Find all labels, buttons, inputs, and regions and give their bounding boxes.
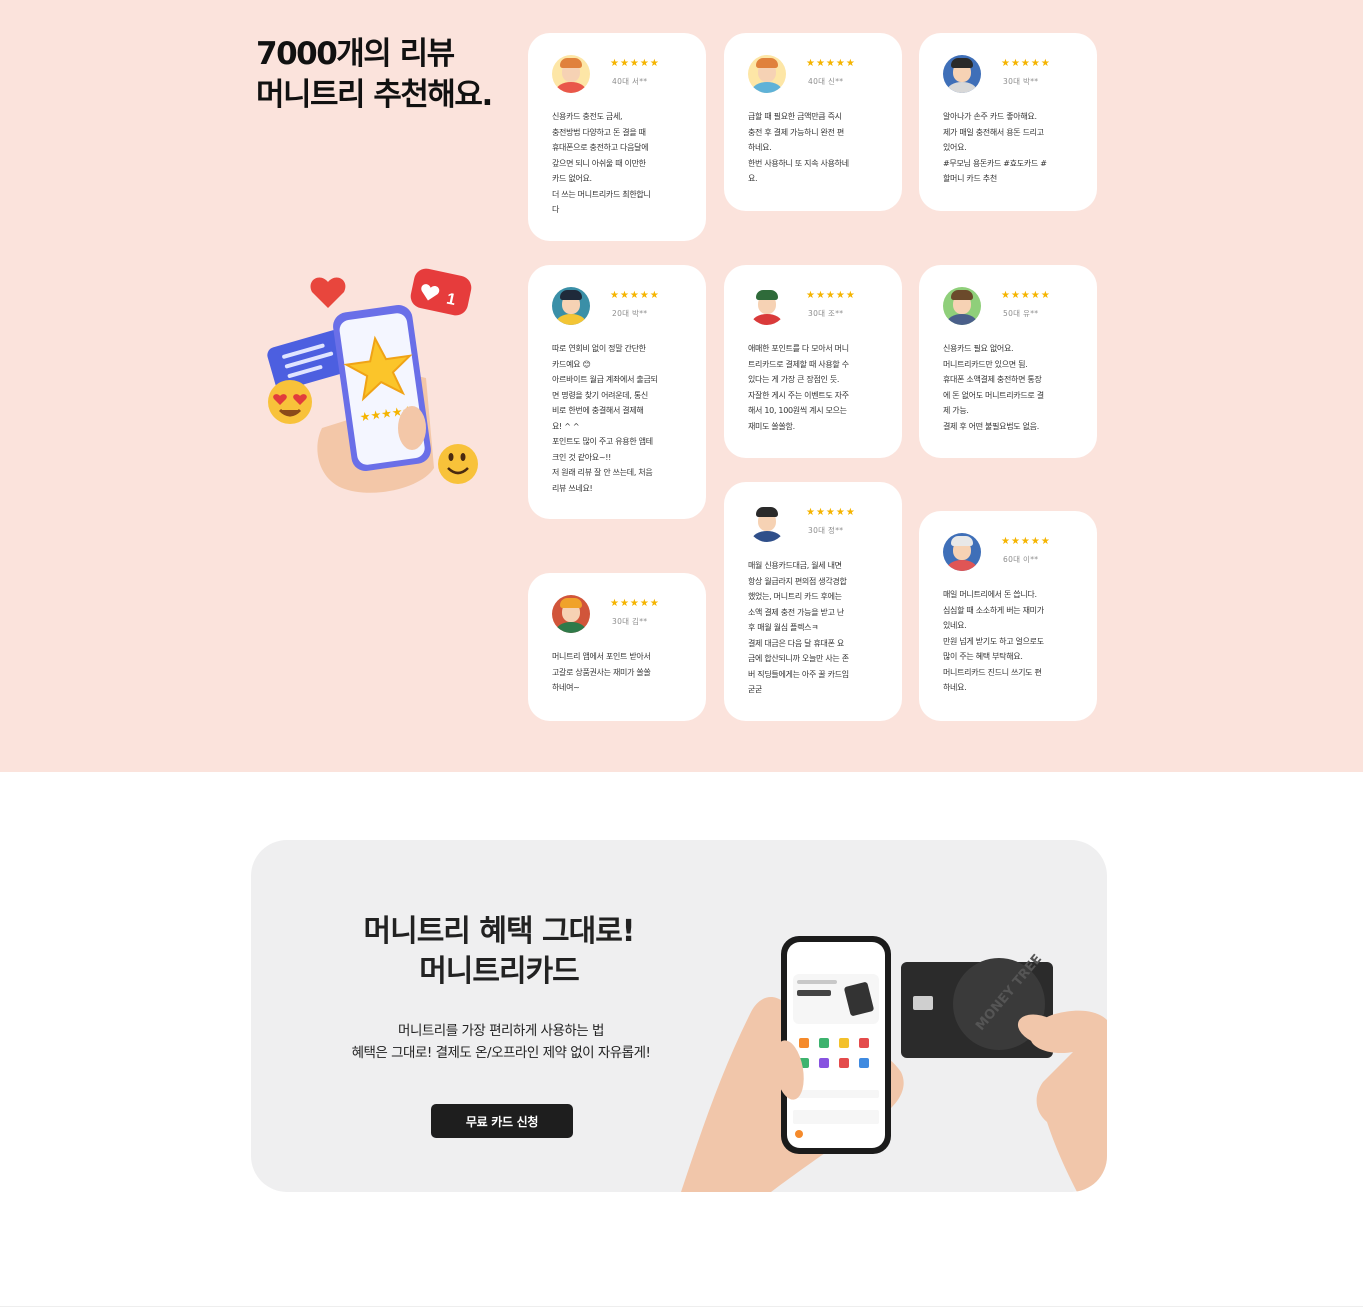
star-rating: ★★★★★: [610, 598, 660, 609]
review-text: 따로 연회비 없이 정말 간단한 카드예요 😊 아르바이트 월급 계좌에서 출금…: [552, 344, 658, 493]
review-card-header: ★★★★★ 20대 박**: [552, 287, 686, 327]
reviewer-name: 30대 정**: [808, 526, 844, 535]
free-card-apply-button[interactable]: 무료 카드 신청: [431, 1104, 573, 1138]
reviewer-avatar: [748, 287, 786, 325]
review-text: 애매한 포인트를 다 모아서 머니 트리카드로 결제할 때 사용할 수 있다는 …: [748, 344, 849, 431]
promo-title-line-1: 머니트리 혜택 그대로!: [363, 914, 636, 949]
review-card: ★★★★★ 40대 서** 신용카드 충전도 금세, 충전방법 다양하고 돈 결…: [528, 33, 706, 241]
reviewer-avatar: [943, 55, 981, 93]
promo-description-line-2: 혜택은 그대로! 결제도 온/오프라인 제약 없이 자유롭게!: [351, 1045, 651, 1061]
review-card: ★★★★★ 30대 조** 애매한 포인트를 다 모아서 머니 트리카드로 결제…: [724, 265, 902, 458]
review-text: 매월 신용카드대금, 월세 내면 항상 월급라지 편의점 생각경합 했었는, 머…: [748, 561, 849, 694]
reviewer-avatar: [552, 287, 590, 325]
reviewer-name: 60대 이**: [1003, 555, 1039, 564]
reviewer-name: 30대 김**: [612, 617, 648, 626]
reviewer-avatar: [943, 533, 981, 571]
headline-line-2: 머니트리 추천해요.: [256, 77, 493, 113]
review-card: ★★★★★ 30대 김** 머니트리 앱에서 포인트 받아서 고갈로 상품권사는…: [528, 573, 706, 721]
reviewer-name: 30대 조**: [808, 309, 844, 318]
review-card-header: ★★★★★ 30대 정**: [748, 504, 882, 544]
review-card-header: ★★★★★ 30대 조**: [748, 287, 882, 327]
star-rating: ★★★★★: [610, 58, 660, 69]
star-rating: ★★★★★: [806, 290, 856, 301]
promo-description-line-1: 머니트리를 가장 편리하게 사용하는 법: [398, 1023, 604, 1039]
review-card-header: ★★★★★ 50대 유**: [943, 287, 1077, 327]
money-tree-card-image: MONEY TREE: [901, 952, 1053, 1058]
review-card: ★★★★★ 30대 정** 매월 신용카드대금, 월세 내면 항상 월급라지 편…: [724, 482, 902, 721]
star-rating: ★★★★★: [806, 507, 856, 518]
star-rating: ★★★★★: [1001, 536, 1051, 547]
app-phone-image: [781, 936, 891, 1154]
review-text: 신용카드 필요 없어요. 머니트리카드만 있으면 됨. 휴대폰 소액결제 충전하…: [943, 344, 1044, 431]
review-text: 머니트리 앱에서 포인트 받아서 고갈로 상품권사는 재미가 쏠쏠 하네여~: [552, 652, 651, 692]
promo-title-line-2: 머니트리카드: [419, 954, 580, 989]
review-card-header: ★★★★★ 60대 이**: [943, 533, 1077, 573]
promo-title: 머니트리 혜택 그대로! 머니트리카드: [319, 912, 679, 992]
heart-eyes-emoji-icon: [268, 380, 312, 424]
star-rating: ★★★★★: [1001, 58, 1051, 69]
review-card-header: ★★★★★ 40대 서**: [552, 55, 686, 95]
reviewer-avatar: [552, 55, 590, 93]
review-illustration: 1 ★★★★★: [262, 268, 482, 498]
reviewer-avatar: [748, 504, 786, 542]
card-promo-section: 머니트리 혜택 그대로! 머니트리카드 머니트리를 가장 편리하게 사용하는 법…: [251, 840, 1107, 1192]
promo-description: 머니트리를 가장 편리하게 사용하는 법 혜택은 그대로! 결제도 온/오프라인…: [291, 1020, 711, 1064]
headline-line-1: 7000개의 리뷰: [256, 36, 455, 72]
like-bubble-icon: 1: [410, 268, 472, 316]
smile-emoji-icon: [438, 444, 478, 484]
review-text: 매일 머니트리에서 돈 씁니다. 심심할 때 소소하게 버는 재미가 있네요. …: [943, 590, 1044, 692]
review-text: 신용카드 충전도 금세, 충전방법 다양하고 돈 결을 때 휴대폰으로 충전하고…: [552, 112, 651, 214]
star-rating: ★★★★★: [1001, 290, 1051, 301]
star-rating: ★★★★★: [806, 58, 856, 69]
review-text: 급할 때 필요한 금액만큼 즉시 충전 후 결제 가능하니 완전 편 하네요. …: [748, 112, 849, 183]
review-card-header: ★★★★★ 30대 김**: [552, 595, 686, 635]
review-card-header: ★★★★★ 40대 신**: [748, 55, 882, 95]
review-card-header: ★★★★★ 30대 박**: [943, 55, 1077, 95]
star-rating: ★★★★★: [610, 290, 660, 301]
reviewer-name: 20대 박**: [612, 309, 648, 318]
review-card: ★★★★★ 20대 박** 따로 연회비 없이 정말 간단한 카드예요 😊 아르…: [528, 265, 706, 519]
reviewer-name: 40대 신**: [808, 77, 844, 86]
reviewer-avatar: [748, 55, 786, 93]
review-card: ★★★★★ 30대 박** 알아나가 손주 카드 좋아해요. 제가 매일 충전해…: [919, 33, 1097, 211]
phone-rating-illustration: 1 ★★★★★: [267, 268, 478, 493]
review-card: ★★★★★ 50대 유** 신용카드 필요 없어요. 머니트리카드만 있으면 됨…: [919, 265, 1097, 458]
reviewer-avatar: [552, 595, 590, 633]
page-divider: [0, 1306, 1363, 1307]
reviews-section: 7000개의 리뷰 머니트리 추천해요. 1 ★★★★★ ★★★★★ 40대 서…: [0, 0, 1363, 772]
heart-icon: [310, 277, 346, 308]
phone-and-card-visual: MONEY TREE: [681, 880, 1107, 1192]
review-card: ★★★★★ 40대 신** 급할 때 필요한 금액만큼 즉시 충전 후 결제 가…: [724, 33, 902, 211]
reviewer-name: 40대 서**: [612, 77, 648, 86]
reviewer-name: 30대 박**: [1003, 77, 1039, 86]
review-text: 알아나가 손주 카드 좋아해요. 제가 매일 충전해서 용돈 드리고 있어요. …: [943, 112, 1047, 183]
reviewer-avatar: [943, 287, 981, 325]
review-card: ★★★★★ 60대 이** 매일 머니트리에서 돈 씁니다. 심심할 때 소소하…: [919, 511, 1097, 721]
reviewer-name: 50대 유**: [1003, 309, 1039, 318]
reviews-headline: 7000개의 리뷰 머니트리 추천해요.: [256, 34, 526, 116]
